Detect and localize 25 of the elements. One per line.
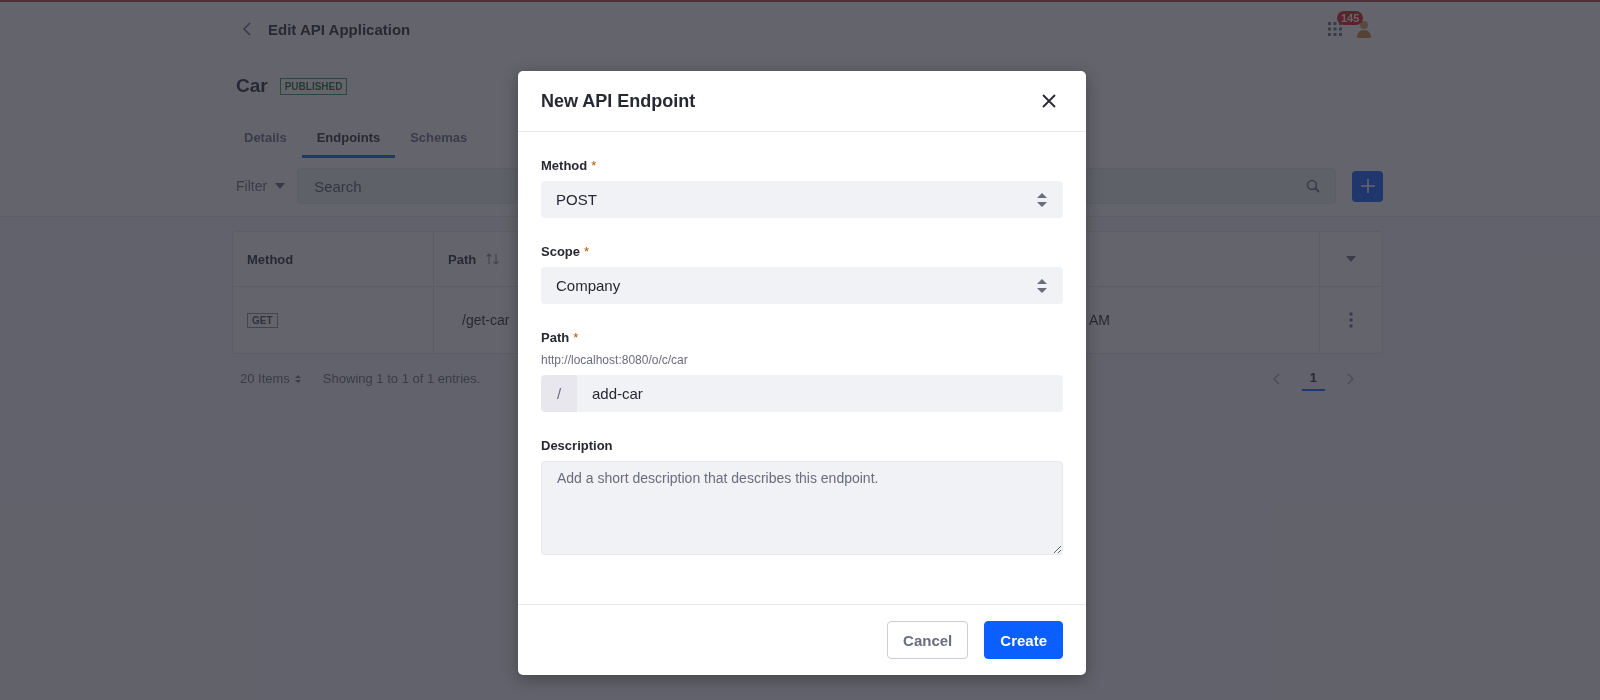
table-cell: AM — [1089, 312, 1110, 328]
field-label: Path — [541, 330, 570, 345]
field-label: Description — [541, 438, 613, 453]
create-button[interactable]: Create — [984, 621, 1063, 659]
required-mark: * — [573, 330, 579, 345]
select-field[interactable]: POST — [541, 181, 1063, 218]
close-icon[interactable] — [1042, 94, 1056, 108]
required-mark: * — [584, 244, 590, 259]
column-header[interactable]: Path — [448, 251, 477, 267]
required-mark: * — [591, 158, 597, 173]
application-name: Car — [236, 75, 268, 97]
up-down-arrows-icon — [1037, 277, 1047, 294]
table-cell: /get-car — [462, 312, 510, 328]
field-label: Method — [541, 158, 588, 173]
select-field[interactable]: Company — [541, 267, 1063, 304]
page-title: Edit API Application — [268, 20, 411, 38]
column-header: Method — [247, 251, 294, 267]
help-text: http://localhost:8080/o/c/car — [541, 353, 689, 367]
input-prefix: / — [541, 375, 577, 412]
up-down-arrows-icon — [1037, 191, 1047, 208]
path-input-field[interactable]: add-car — [577, 375, 1063, 412]
description-field[interactable]: Add a short description that describes this endpoint. — [541, 461, 1063, 555]
cancel-button[interactable]: Cancel — [887, 621, 969, 659]
modal-title: New API Endpoint — [541, 90, 696, 112]
field-label: Scope — [541, 244, 580, 259]
